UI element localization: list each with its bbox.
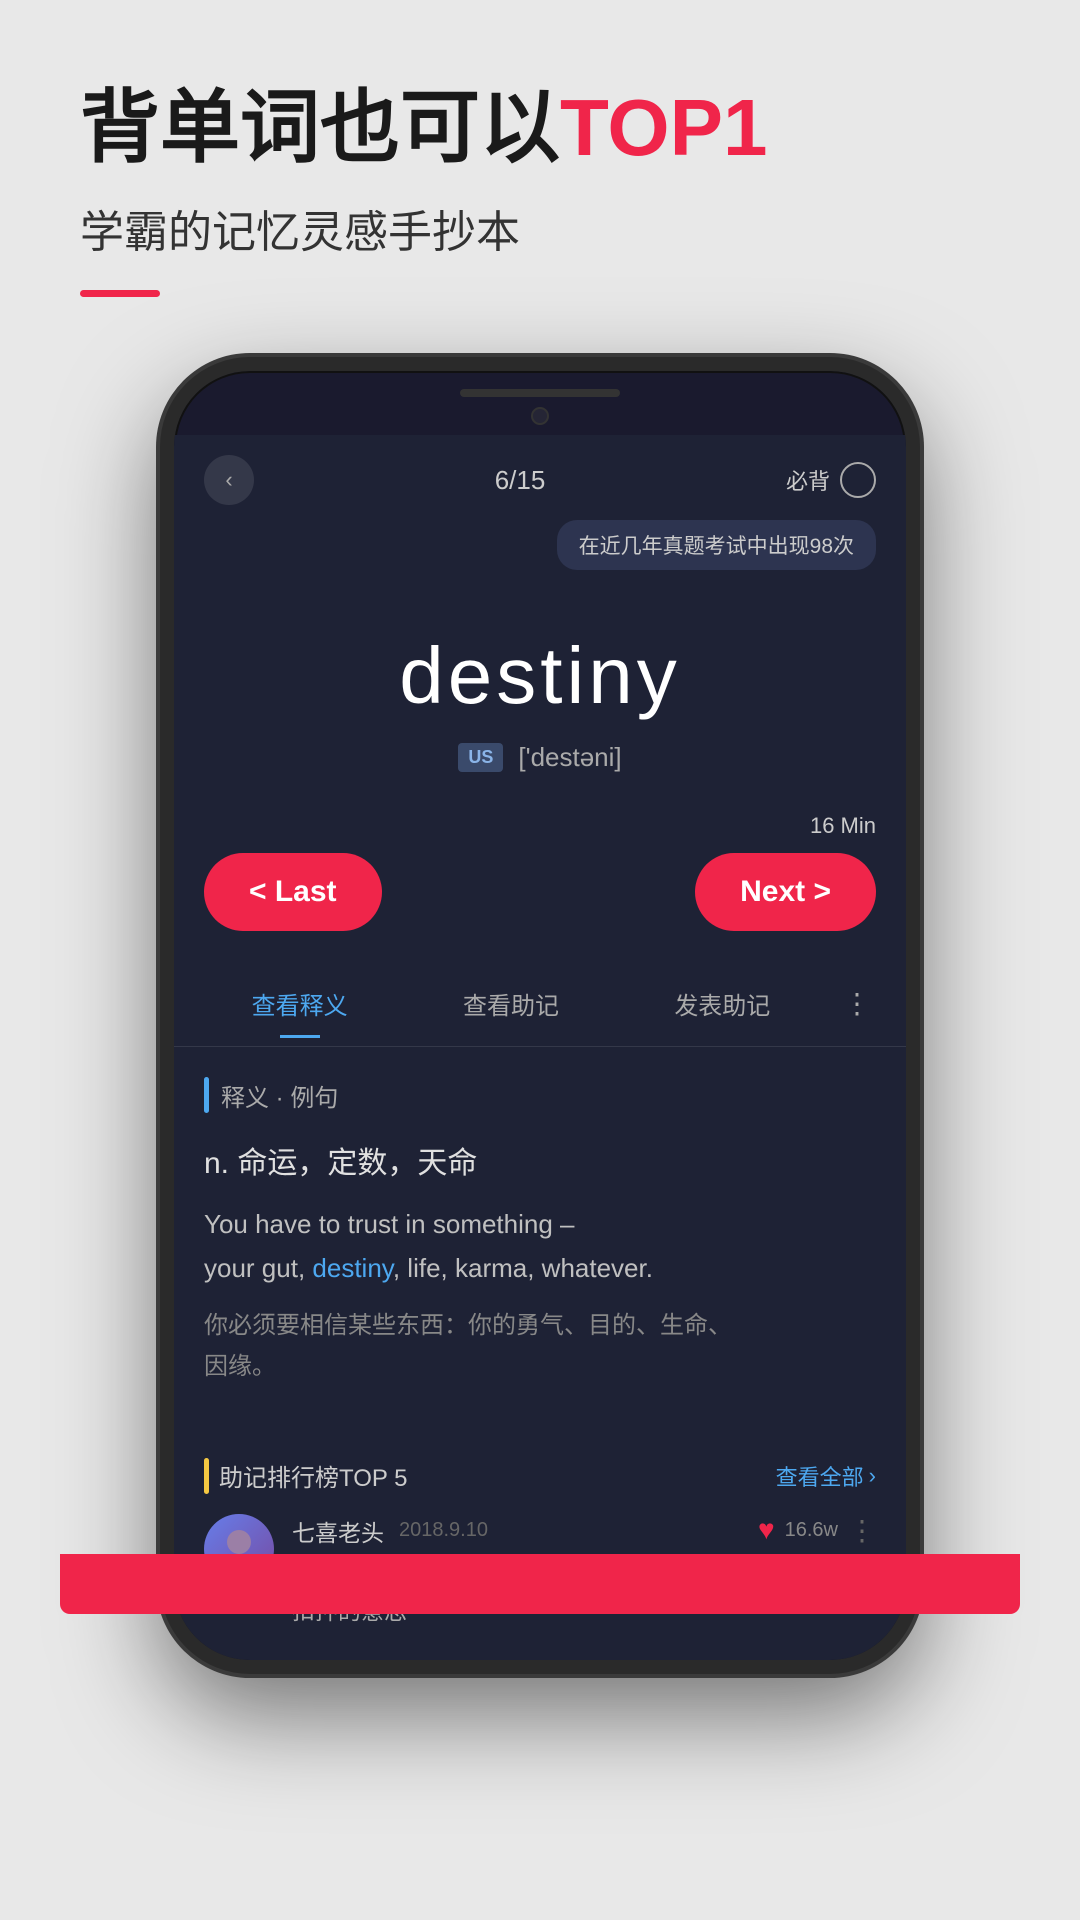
top-bar: ‹ 6/15 必背 [174, 435, 906, 520]
main-word: destiny [204, 630, 876, 722]
tab-definition[interactable]: 查看释义 [194, 971, 405, 1036]
exam-tooltip: 在近几年真题考试中出现98次 [557, 520, 876, 570]
last-button[interactable]: < Last [204, 853, 382, 931]
phone-speaker [460, 389, 620, 397]
section-label: 释义 · 例句 [204, 1077, 876, 1113]
mnemonic-actions: ♥ 16.6w ⋮ [758, 1514, 876, 1547]
ranking-title: 助记排行榜TOP 5 [219, 1458, 407, 1493]
mnemonic-date: 2018.9.10 [399, 1519, 488, 1542]
example-zh: 你必须要相信某些东西：你的勇气、目的、生命、 因缘。 [204, 1306, 876, 1388]
next-button[interactable]: Next > [695, 853, 876, 931]
bottom-deco [60, 1554, 1020, 1614]
more-options-icon[interactable]: ⋮ [848, 1514, 876, 1547]
progress-text: 6/15 [495, 465, 546, 496]
must-remember[interactable]: 必背 [786, 462, 876, 498]
timer-label: 16 Min [810, 813, 876, 839]
back-button[interactable]: ‹ [204, 455, 254, 505]
tab-mnemonic[interactable]: 查看助记 [405, 971, 616, 1036]
phone-screen: ‹ 6/15 必背 在近几年真题考试中出现98次 destiny US ['de… [174, 435, 906, 1660]
hero-section: 背单词也可以TOP1 学霸的记忆灵感手抄本 [0, 0, 1080, 297]
highlight-word: destiny [312, 1253, 392, 1283]
tab-bar: 查看释义 查看助记 发表助记 ⋮ [174, 961, 906, 1047]
definition-pos: n. 命运，定数，天命 [204, 1138, 876, 1182]
hero-underline [80, 290, 160, 297]
tab-post-mnemonic[interactable]: 发表助记 [617, 971, 828, 1036]
must-remember-circle[interactable] [840, 462, 876, 498]
tab-more-icon[interactable]: ⋮ [828, 977, 886, 1030]
ranking-header: 助记排行榜TOP 5 查看全部 › [204, 1458, 876, 1494]
heart-icon[interactable]: ♥ [758, 1514, 775, 1546]
ranking-title-wrap: 助记排行榜TOP 5 [204, 1458, 407, 1494]
phone-mockup: ‹ 6/15 必背 在近几年真题考试中出现98次 destiny US ['de… [0, 357, 1080, 1674]
phonetic: ['destəni] [518, 742, 621, 773]
tooltip-bar: 在近几年真题考试中出现98次 [174, 520, 906, 590]
us-badge: US [458, 743, 503, 772]
view-all-button[interactable]: 查看全部 › [776, 1460, 876, 1492]
section-label-text: 释义 · 例句 [221, 1078, 338, 1113]
section-label-bar [204, 1077, 209, 1113]
word-section: destiny US ['destəni] [174, 590, 906, 803]
mnemonic-meta: 七喜老头 2018.9.10 [292, 1514, 740, 1548]
phone-outer: ‹ 6/15 必背 在近几年真题考试中出现98次 destiny US ['de… [160, 357, 920, 1674]
pronunciation: US ['destəni] [204, 742, 876, 773]
definition-section: 释义 · 例句 n. 命运，定数，天命 You have to trust in… [174, 1047, 906, 1448]
mnemonic-author: 七喜老头 [292, 1514, 384, 1548]
hero-title: 背单词也可以TOP1 [80, 80, 1000, 176]
example-en: You have to trust in something – your gu… [204, 1202, 876, 1290]
heart-count: 16.6w [785, 1519, 838, 1542]
phone-camera [531, 407, 549, 425]
nav-buttons: 16 Min < Last Next > [174, 803, 906, 961]
ranking-bar [204, 1458, 209, 1494]
hero-subtitle: 学霸的记忆灵感手抄本 [80, 196, 1000, 260]
